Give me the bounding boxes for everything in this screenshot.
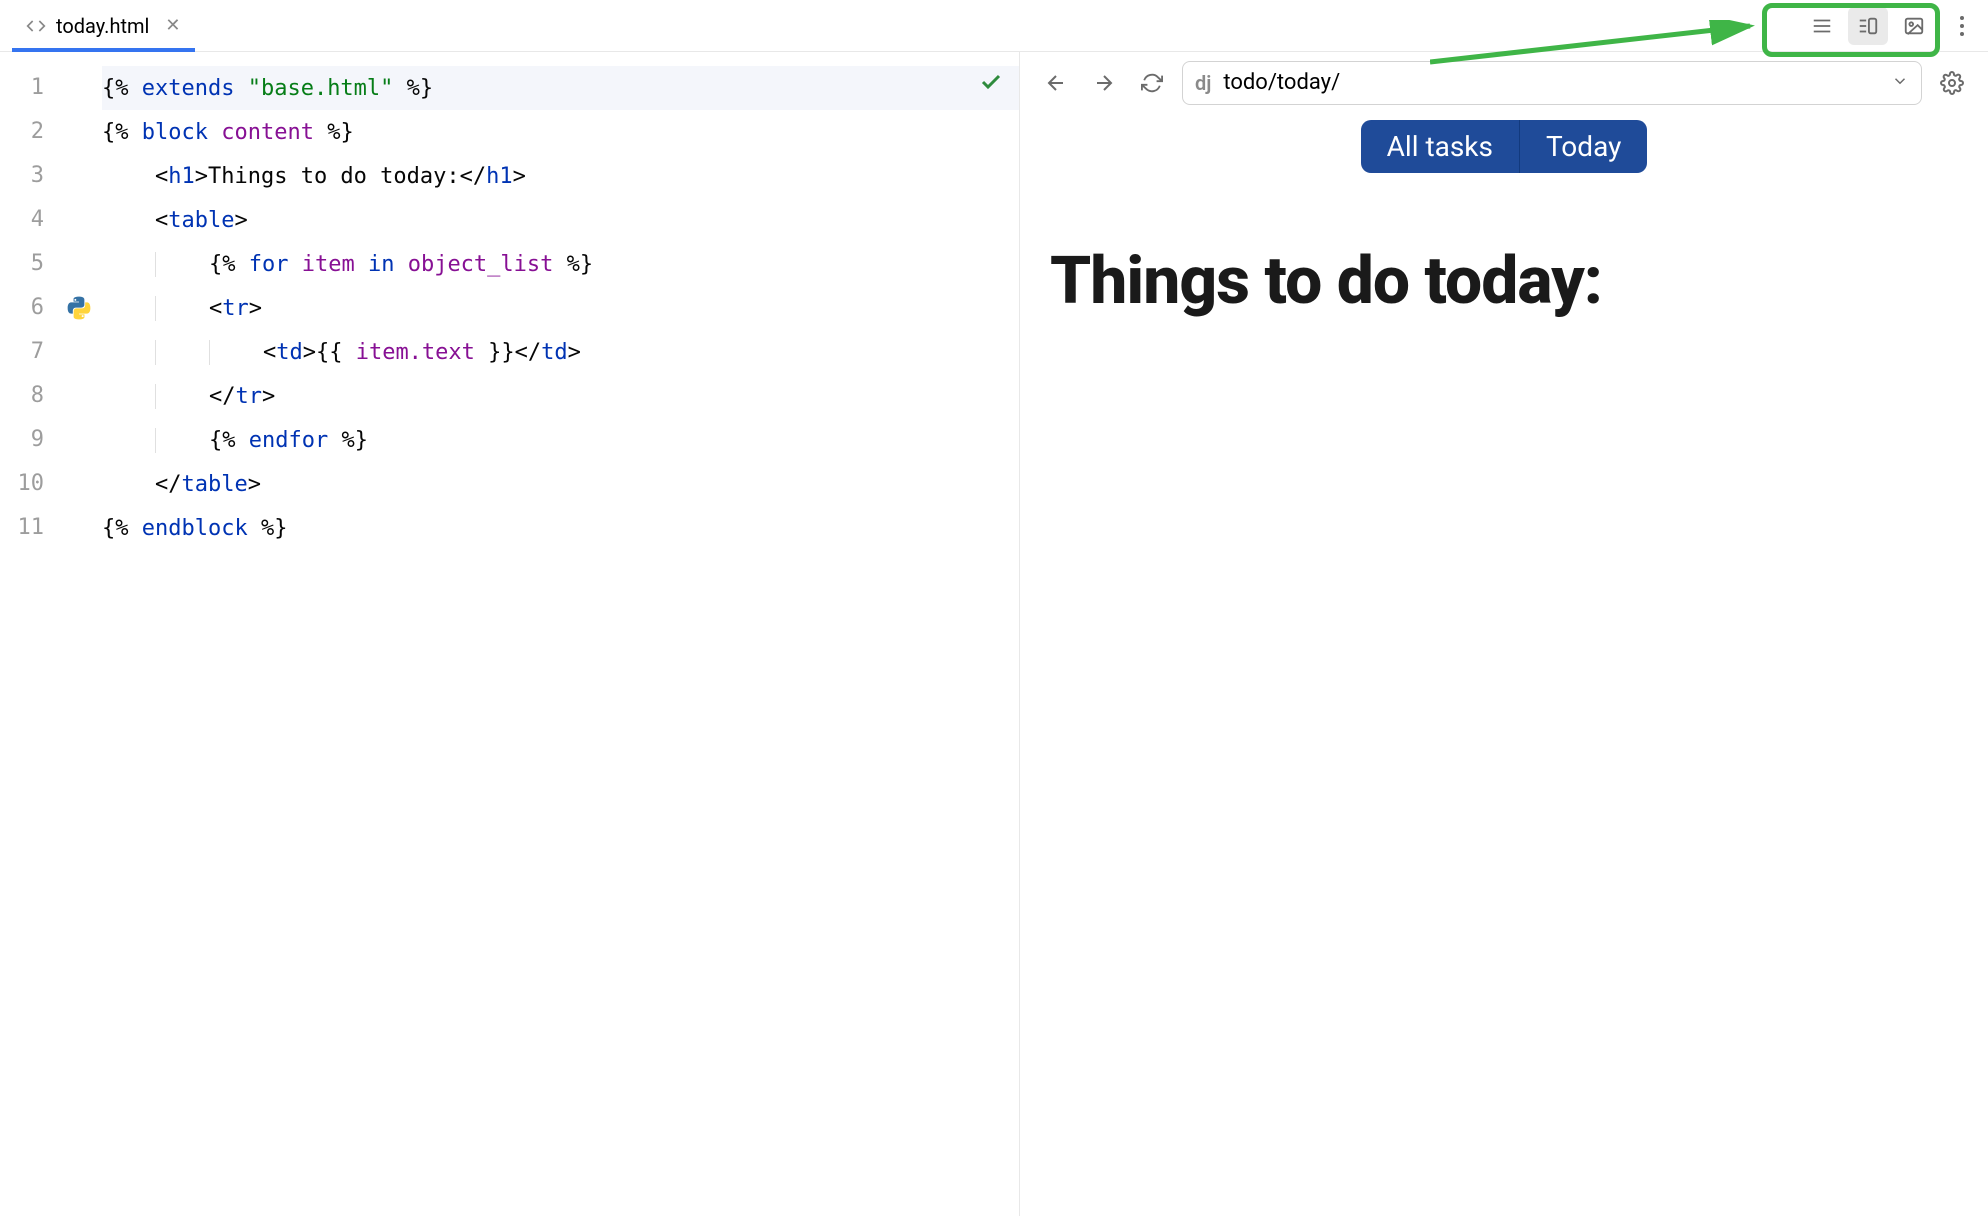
line-number: 11 — [0, 506, 56, 550]
split-view: 1 2 3 4 5 6 7 8 9 10 11 {% extends "base… — [0, 52, 1988, 1216]
view-mode-preview-only-button[interactable] — [1894, 7, 1934, 45]
preview-pane: dj todo/today/ All tasks Today Things to… — [1020, 52, 1988, 1216]
nav-back-button[interactable] — [1038, 65, 1074, 101]
reload-button[interactable] — [1134, 65, 1170, 101]
close-icon[interactable]: ✕ — [165, 15, 180, 36]
line-number: 5 — [0, 242, 56, 286]
line-number: 4 — [0, 198, 56, 242]
nav-today-button[interactable]: Today — [1520, 120, 1647, 173]
code-file-icon — [26, 16, 46, 36]
django-icon-label: dj — [1195, 71, 1211, 95]
inspection-ok-icon[interactable] — [979, 70, 1003, 98]
preview-nav-buttons: All tasks Today — [1050, 120, 1958, 173]
line-number: 7 — [0, 330, 56, 374]
kebab-icon — [1960, 16, 1964, 36]
line-number: 10 — [0, 462, 56, 506]
editor-tab-bar: today.html ✕ — [0, 0, 1988, 52]
line-number: 9 — [0, 418, 56, 462]
tab-today-html[interactable]: today.html ✕ — [12, 0, 195, 51]
editor-pane: 1 2 3 4 5 6 7 8 9 10 11 {% extends "base… — [0, 52, 1020, 1216]
line-number: 3 — [0, 154, 56, 198]
nav-forward-button[interactable] — [1086, 65, 1122, 101]
address-bar[interactable]: dj todo/today/ — [1182, 61, 1922, 105]
code-text-area[interactable]: {% extends "base.html" %} {% block conte… — [102, 52, 1019, 550]
line-number: 6 — [0, 286, 56, 330]
preview-heading: Things to do today: — [1050, 243, 1958, 320]
preview-toolbar: dj todo/today/ — [1020, 52, 1988, 114]
line-number: 2 — [0, 110, 56, 154]
python-icon — [66, 286, 92, 330]
line-number-gutter: 1 2 3 4 5 6 7 8 9 10 11 — [0, 52, 56, 550]
nav-all-tasks-button[interactable]: All tasks — [1361, 120, 1520, 173]
tab-label: today.html — [56, 14, 149, 38]
preview-body: All tasks Today Things to do today: — [1020, 114, 1988, 1216]
view-mode-split-button[interactable] — [1848, 7, 1888, 45]
line-number: 8 — [0, 374, 56, 418]
line-number: 1 — [0, 66, 56, 110]
chevron-down-icon[interactable] — [1891, 72, 1909, 94]
address-url: todo/today/ — [1223, 70, 1879, 95]
preview-settings-button[interactable] — [1934, 65, 1970, 101]
view-mode-editor-only-button[interactable] — [1802, 7, 1842, 45]
tab-more-menu-button[interactable] — [1950, 16, 1974, 36]
